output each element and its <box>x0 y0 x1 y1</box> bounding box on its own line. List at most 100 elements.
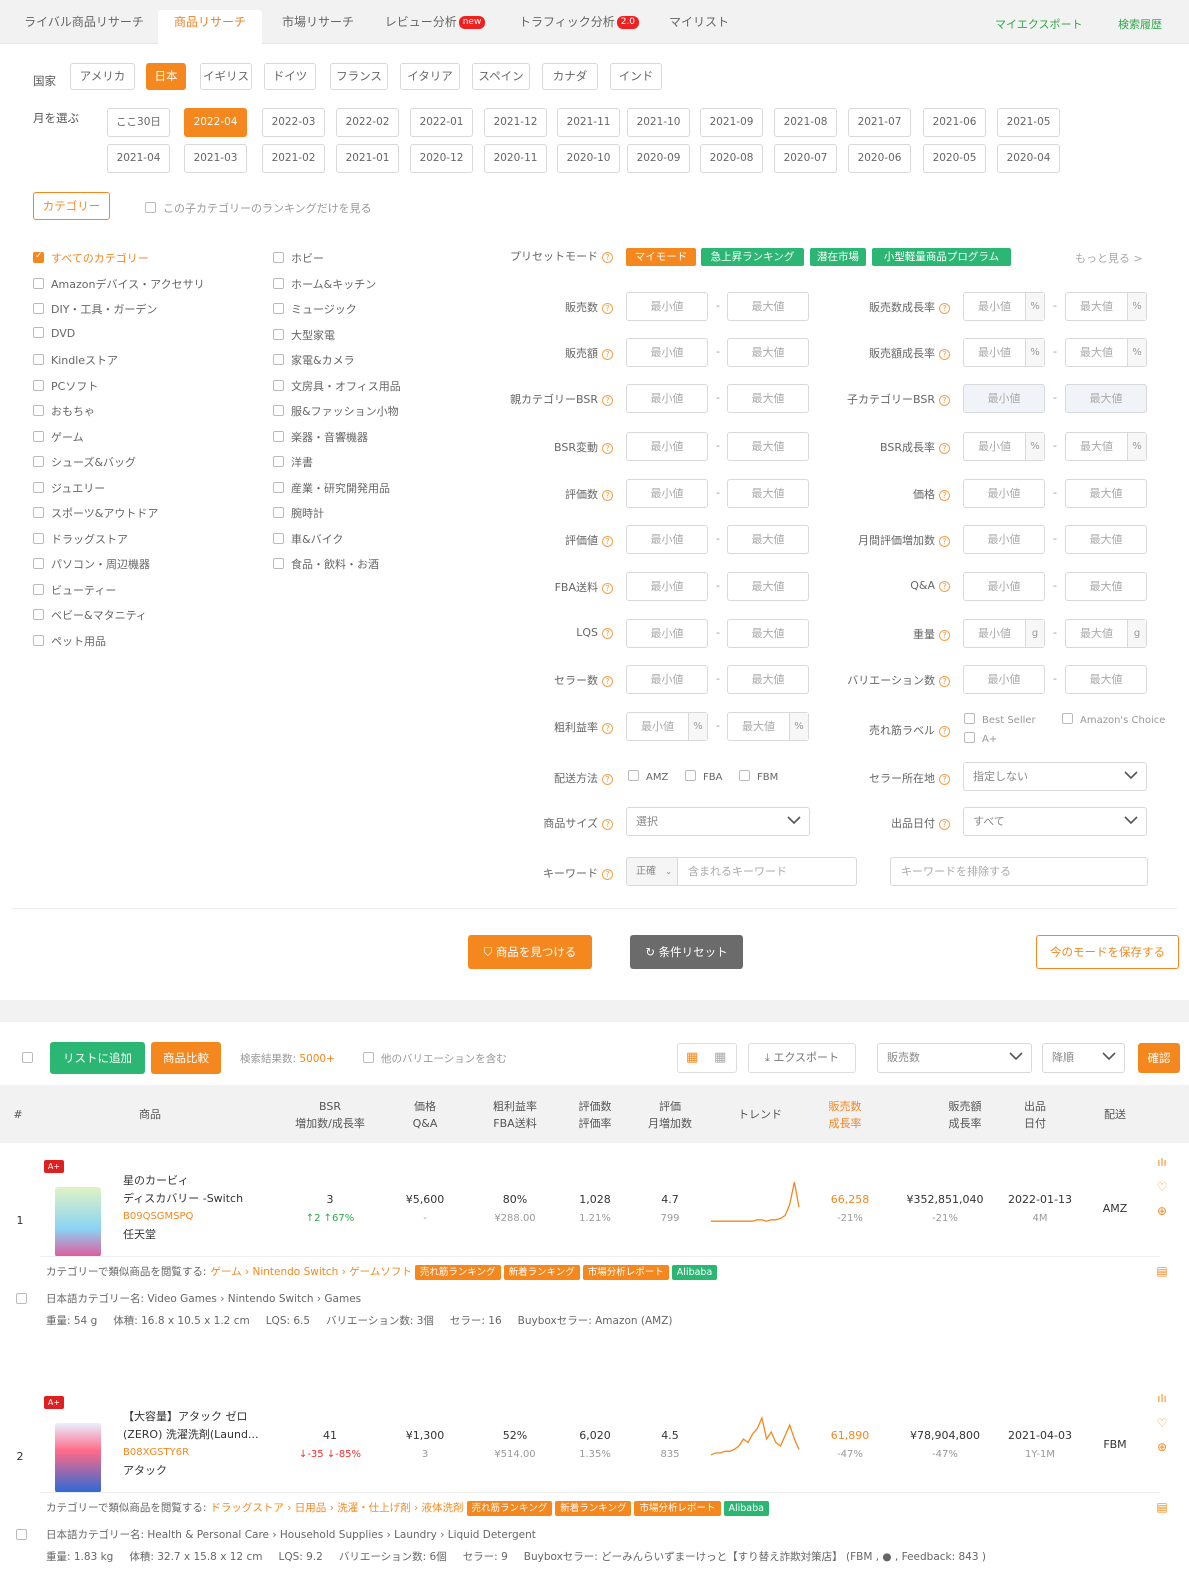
row-tag-0[interactable]: 売れ筋ランキング <box>414 1265 501 1280</box>
category-item[interactable]: Kindleストア <box>33 352 118 368</box>
table-header-cell[interactable]: 販売数 成長率 <box>815 1098 875 1132</box>
category-item[interactable]: シューズ&バッグ <box>33 454 136 470</box>
keyword-mode-select[interactable]: 正確 ⌄ <box>626 857 678 886</box>
country-option[interactable]: ドイツ <box>264 63 316 90</box>
range-input[interactable]: 最小値 <box>626 619 708 648</box>
row-tag-1[interactable]: 新着ランキング <box>503 1265 580 1280</box>
category-item[interactable]: スポーツ&アウトドア <box>33 505 158 521</box>
range-input[interactable]: 最大値 <box>727 384 809 413</box>
tab-product-research[interactable]: 商品リサーチ <box>158 10 262 44</box>
settings-icon[interactable]: ⊕ <box>1155 1204 1169 1218</box>
range-input[interactable]: 最小値 <box>626 665 708 694</box>
range-input[interactable]: 最大値 <box>727 432 809 461</box>
category-item[interactable]: 腕時計 <box>273 505 324 521</box>
range-input[interactable]: 最小値 <box>626 479 708 508</box>
export-button[interactable]: ⤓ エクスポート <box>748 1043 856 1073</box>
table-header-cell[interactable]: BSR 増加数/成長率 <box>295 1098 365 1132</box>
category-item[interactable]: PCソフト <box>33 378 98 394</box>
country-option[interactable]: スペイン <box>472 63 530 90</box>
aplus-checkbox[interactable]: A+ <box>964 732 997 745</box>
range-input[interactable]: 最小値 <box>626 432 708 461</box>
range-input[interactable]: 最小値 <box>963 479 1045 508</box>
category-item[interactable]: パソコン・周辺機器 <box>33 556 150 572</box>
row-tag-1[interactable]: 新着ランキング <box>555 1501 632 1516</box>
month-option[interactable]: 2020-10 <box>557 144 620 173</box>
product-asin[interactable]: B08XGSTY6R <box>123 1444 189 1462</box>
listing-date-select[interactable]: すべて <box>963 807 1147 836</box>
category-button[interactable]: カテゴリー <box>33 192 110 220</box>
country-option[interactable]: カナダ <box>542 63 598 90</box>
month-option[interactable]: 2021-03 <box>184 144 247 173</box>
range-input[interactable]: 最大値 <box>727 338 809 367</box>
country-option[interactable]: インド <box>610 63 662 90</box>
month-option[interactable]: ここ30日 <box>107 108 170 137</box>
tab-rival-research[interactable]: ライバル商品リサーチ <box>15 10 153 44</box>
category-item[interactable]: ドラッグストア <box>33 531 128 547</box>
product-brand[interactable]: アタック <box>123 1462 167 1480</box>
country-option[interactable]: アメリカ <box>70 63 135 90</box>
range-input[interactable]: 最大値 <box>727 665 809 694</box>
month-option[interactable]: 2021-04 <box>107 144 170 173</box>
category-item[interactable]: ゲーム <box>33 429 84 445</box>
confirm-sort-button[interactable]: 確認 <box>1138 1043 1180 1073</box>
range-input[interactable]: 最大値 <box>1065 384 1147 413</box>
ship-fbm-checkbox[interactable]: FBM <box>739 770 778 783</box>
preset-rising-ranking[interactable]: 急上昇ランキング <box>701 248 804 266</box>
heart-icon[interactable]: ♡ <box>1155 1416 1169 1430</box>
month-option[interactable]: 2020-07 <box>774 144 837 173</box>
category-item[interactable]: 食品・飲料・お酒 <box>273 556 379 572</box>
heart-icon[interactable]: ♡ <box>1155 1180 1169 1194</box>
seller-location-select[interactable]: 指定しない <box>963 762 1147 791</box>
range-input[interactable]: 最小値% <box>963 292 1045 321</box>
sort-order-select[interactable]: 降順 <box>1042 1043 1125 1073</box>
category-item[interactable]: 文房具・オフィス用品 <box>273 378 401 394</box>
tab-traffic-analysis[interactable]: トラフィック分析 2.0 <box>512 10 646 44</box>
month-option[interactable]: 2022-02 <box>336 108 399 137</box>
category-item[interactable]: 楽器・音響機器 <box>273 429 368 445</box>
table-header-cell[interactable]: トレンド <box>725 1106 795 1123</box>
range-input[interactable]: 最大値 <box>1065 665 1147 694</box>
row-tag-3[interactable]: Alibaba <box>671 1265 718 1280</box>
month-option[interactable]: 2021-02 <box>262 144 325 173</box>
grid-view-icon[interactable]: ▦ <box>714 1050 726 1065</box>
month-option[interactable]: 2020-12 <box>410 144 473 173</box>
product-brand[interactable]: 任天堂 <box>123 1226 156 1244</box>
reset-conditions-button[interactable]: ↻ 条件リセット <box>630 935 743 969</box>
exclude-keyword-input[interactable]: キーワードを排除する <box>890 857 1148 886</box>
product-name-line1[interactable]: 【大容量】アタック ゼロ <box>123 1408 248 1426</box>
row-checkbox[interactable] <box>16 1293 27 1304</box>
range-input[interactable]: 最大値% <box>1065 432 1147 461</box>
add-to-list-button[interactable]: リストに追加 <box>50 1042 145 1074</box>
month-option[interactable]: 2021-11 <box>557 108 620 137</box>
table-header-cell[interactable]: 配送 <box>1090 1106 1140 1123</box>
save-mode-button[interactable]: 今のモードを保存する <box>1036 935 1179 969</box>
row-tag-2[interactable]: 市場分析レポート <box>582 1265 669 1280</box>
range-input[interactable]: 最大値 <box>727 292 809 321</box>
more-presets-link[interactable]: もっと見る > <box>1075 250 1143 266</box>
category-item[interactable]: ホビー <box>273 250 324 266</box>
month-option[interactable]: 2020-11 <box>484 144 547 173</box>
category-item[interactable]: 車&バイク <box>273 531 343 547</box>
category-item[interactable]: 産業・研究開発用品 <box>273 480 390 496</box>
find-products-button[interactable]: ⛉ 商品を見つける <box>468 935 592 969</box>
chart-icon[interactable]: ılı <box>1155 1156 1169 1170</box>
table-header-cell[interactable]: 評価数 評価率 <box>565 1098 625 1132</box>
range-input[interactable]: 最大値 <box>1065 525 1147 554</box>
amazons-choice-checkbox[interactable]: Amazon's Choice <box>1062 713 1165 726</box>
range-input[interactable]: 最小値 <box>963 384 1045 413</box>
month-option[interactable]: 2020-05 <box>923 144 986 173</box>
ship-fba-checkbox[interactable]: FBA <box>685 770 722 783</box>
table-header-cell[interactable]: 評価 月増加数 <box>640 1098 700 1132</box>
range-input[interactable]: 最大値 <box>1065 479 1147 508</box>
range-input[interactable]: 最小値 <box>963 572 1045 601</box>
month-option[interactable]: 2021-10 <box>627 108 690 137</box>
category-item[interactable]: 家電&カメラ <box>273 352 355 368</box>
tab-my-list[interactable]: マイリスト <box>660 10 738 44</box>
country-option[interactable]: 日本 <box>146 63 186 90</box>
range-input[interactable]: 最小値 <box>626 384 708 413</box>
my-export-link[interactable]: マイエクスポート <box>995 16 1083 32</box>
row-checkbox[interactable] <box>16 1529 27 1540</box>
product-name-line2[interactable]: (ZERO) 洗濯洗剤(Laund... <box>123 1426 258 1444</box>
report-icon[interactable]: ▤ <box>1155 1264 1169 1278</box>
category-item[interactable]: DIY・工具・ガーデン <box>33 301 157 317</box>
